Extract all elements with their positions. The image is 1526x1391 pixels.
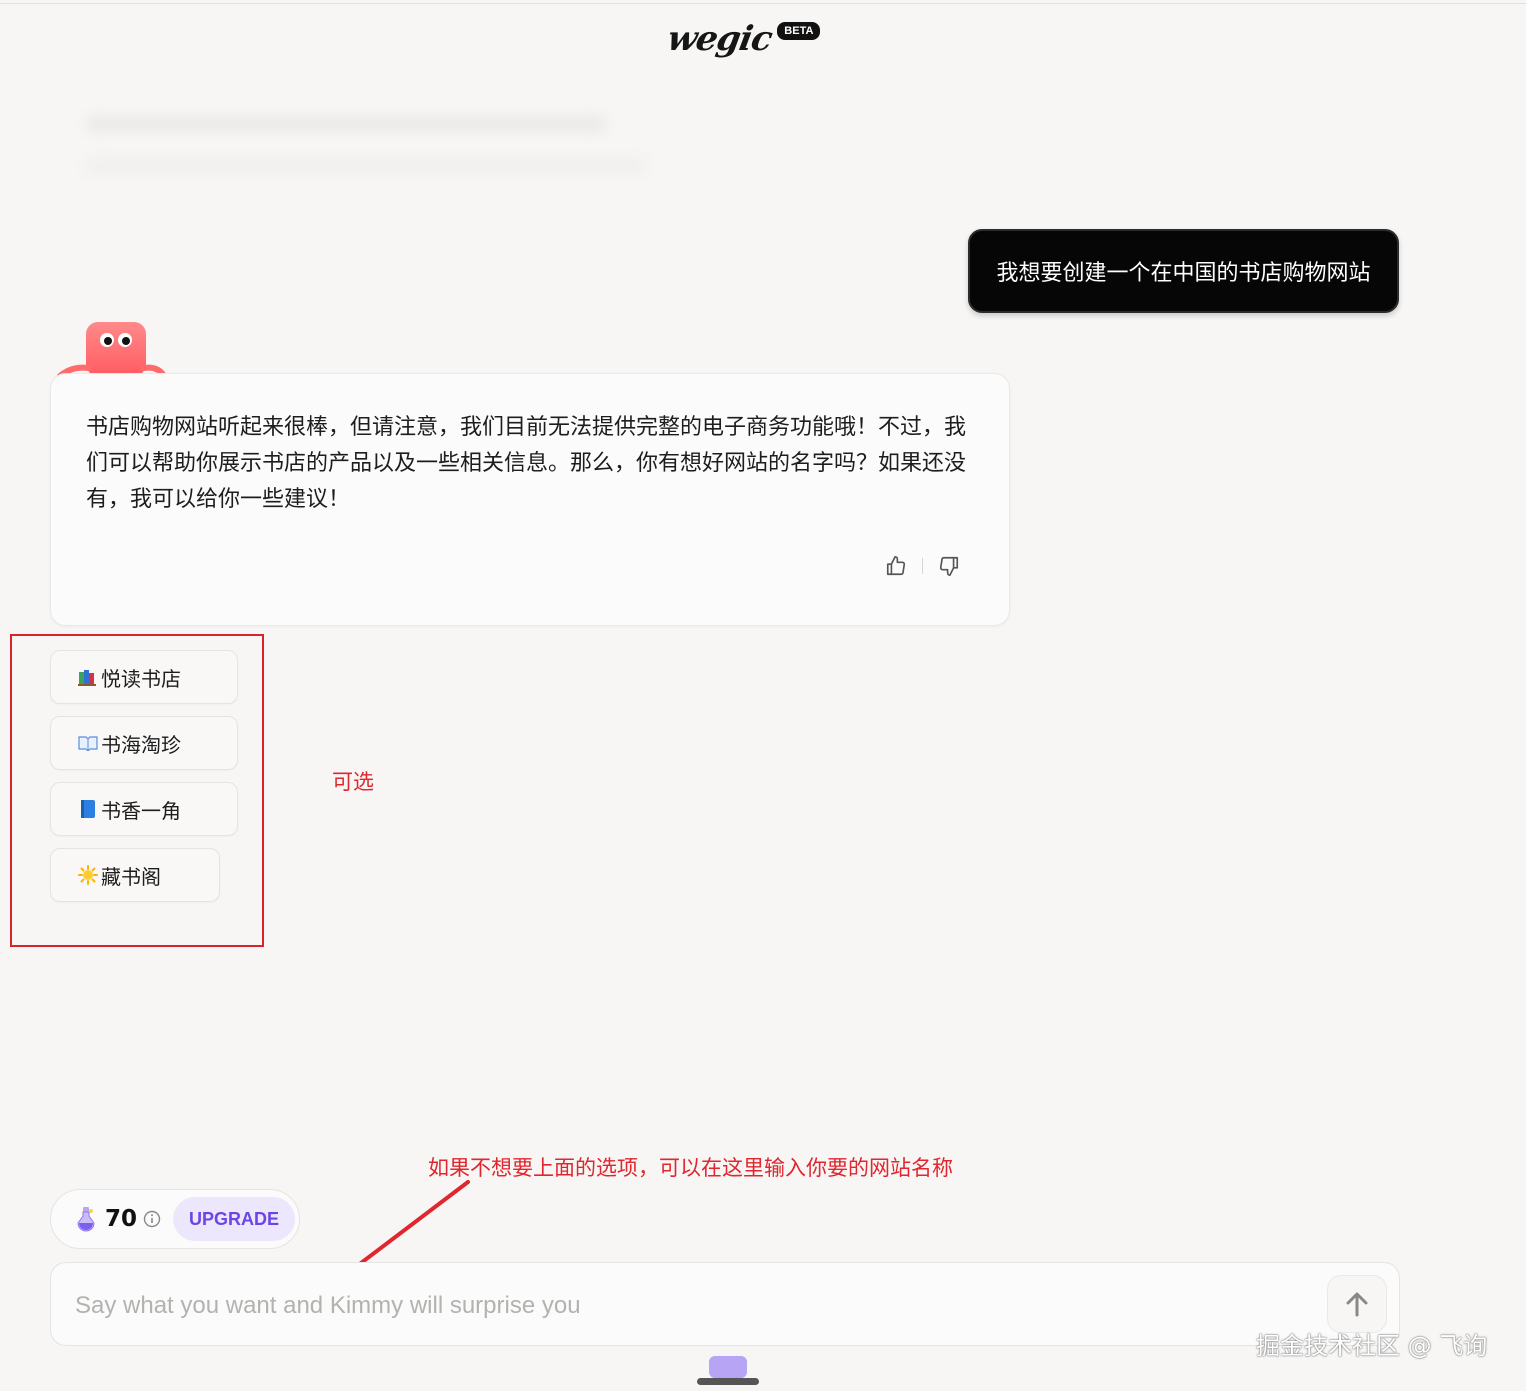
- logo[interactable]: wegic BETA: [664, 14, 821, 64]
- chat-input-container: [50, 1262, 1400, 1346]
- info-icon[interactable]: [143, 1210, 161, 1228]
- blurred-subheading: [86, 160, 646, 172]
- assistant-message-text: 书店购物网站听起来很棒，但请注意，我们目前无法提供完整的电子商务功能哦！不过，我…: [86, 415, 967, 512]
- annotation-optional: 可选: [332, 770, 374, 794]
- page: wegic BETA 我想要创建一个在中国的书店购物网站 书店购物网站听起来很棒…: [0, 0, 1526, 1391]
- user-message-bubble: 我想要创建一个在中国的书店购物网站: [968, 229, 1399, 313]
- assistant-message-card: 书店购物网站听起来很棒，但请注意，我们目前无法提供完整的电子商务功能哦！不过，我…: [50, 373, 1010, 626]
- watermark: 掘金技术社区 @ 飞询: [1256, 1332, 1488, 1360]
- logo-wordmark: wegic: [664, 19, 775, 59]
- user-message-text: 我想要创建一个在中国的书店购物网站: [996, 261, 1371, 286]
- annotation-input-hint: 如果不想要上面的选项，可以在这里输入你要的网站名称: [428, 1156, 953, 1180]
- blurred-heading: [86, 116, 606, 132]
- top-divider: [0, 3, 1526, 4]
- send-button[interactable]: [1327, 1275, 1387, 1333]
- credit-count: 70: [105, 1206, 138, 1232]
- feedback-divider: [922, 558, 923, 574]
- credits-pill: 70 UPGRADE: [50, 1189, 300, 1249]
- arrow-up-icon: [1346, 1292, 1368, 1317]
- thumbs-down-icon[interactable]: [937, 554, 961, 578]
- feedback-controls: [884, 554, 961, 578]
- thumbs-up-icon[interactable]: [884, 554, 908, 578]
- beta-badge: BETA: [777, 22, 821, 40]
- upgrade-button[interactable]: UPGRADE: [173, 1197, 296, 1241]
- chat-input[interactable]: [73, 1283, 1297, 1329]
- bottom-mascot-icon: [697, 1356, 759, 1385]
- annotation-highlight-box: [10, 634, 264, 947]
- potion-icon: [75, 1206, 97, 1232]
